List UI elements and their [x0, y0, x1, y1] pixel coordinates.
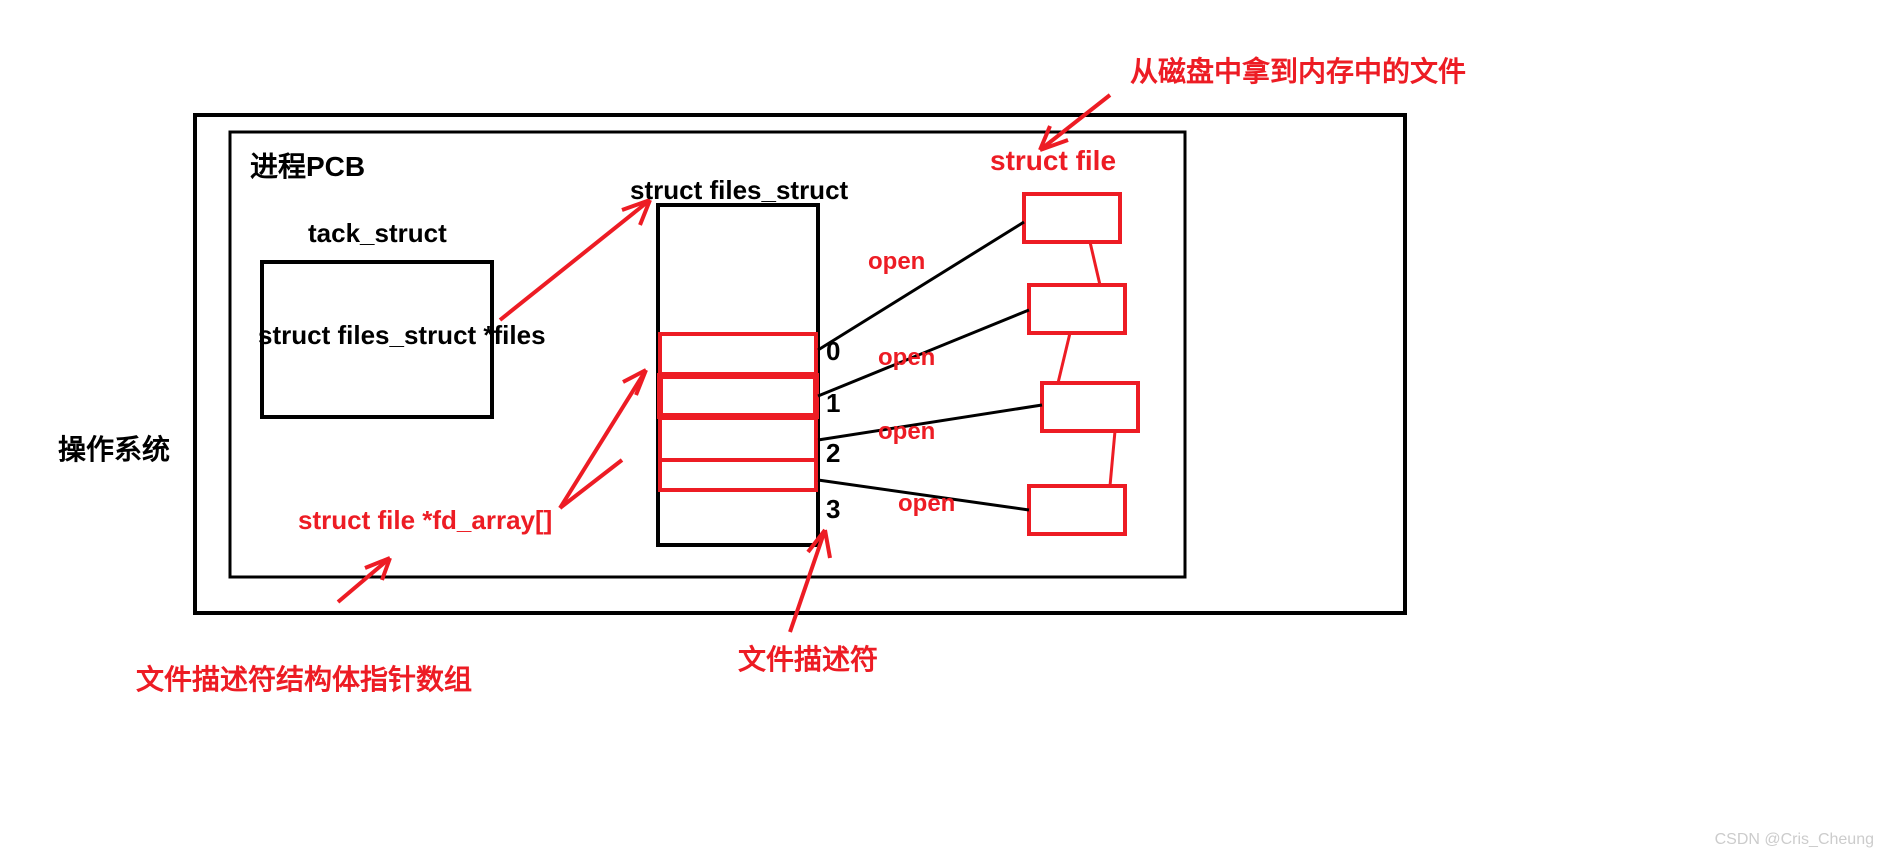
label-files-ptr: struct files_struct *files — [258, 320, 546, 351]
label-index-3: 3 — [826, 494, 840, 525]
label-files-struct-title: struct files_struct — [630, 175, 848, 206]
label-os: 操作系统 — [58, 428, 170, 468]
label-task-struct: tack_struct — [308, 218, 447, 249]
label-pcb: 进程PCB — [250, 145, 365, 185]
watermark: CSDN @Cris_Cheung — [1715, 831, 1874, 849]
label-fd-array: struct file *fd_array[] — [298, 505, 552, 536]
label-top-note: 从磁盘中拿到内存中的文件 — [1130, 50, 1466, 90]
label-fd-note-left: 文件描述符结构体指针数组 — [136, 658, 472, 698]
label-index-1: 1 — [826, 388, 840, 419]
diagram-svg — [0, 0, 1894, 864]
label-fd-note-right: 文件描述符 — [738, 638, 878, 678]
label-open-1: open — [878, 344, 935, 372]
label-index-0: 0 — [826, 336, 840, 367]
label-struct-file: struct file — [990, 145, 1116, 177]
label-index-2: 2 — [826, 438, 840, 469]
label-open-2: open — [878, 418, 935, 446]
label-open-0: open — [868, 248, 925, 276]
label-open-3: open — [898, 490, 955, 518]
